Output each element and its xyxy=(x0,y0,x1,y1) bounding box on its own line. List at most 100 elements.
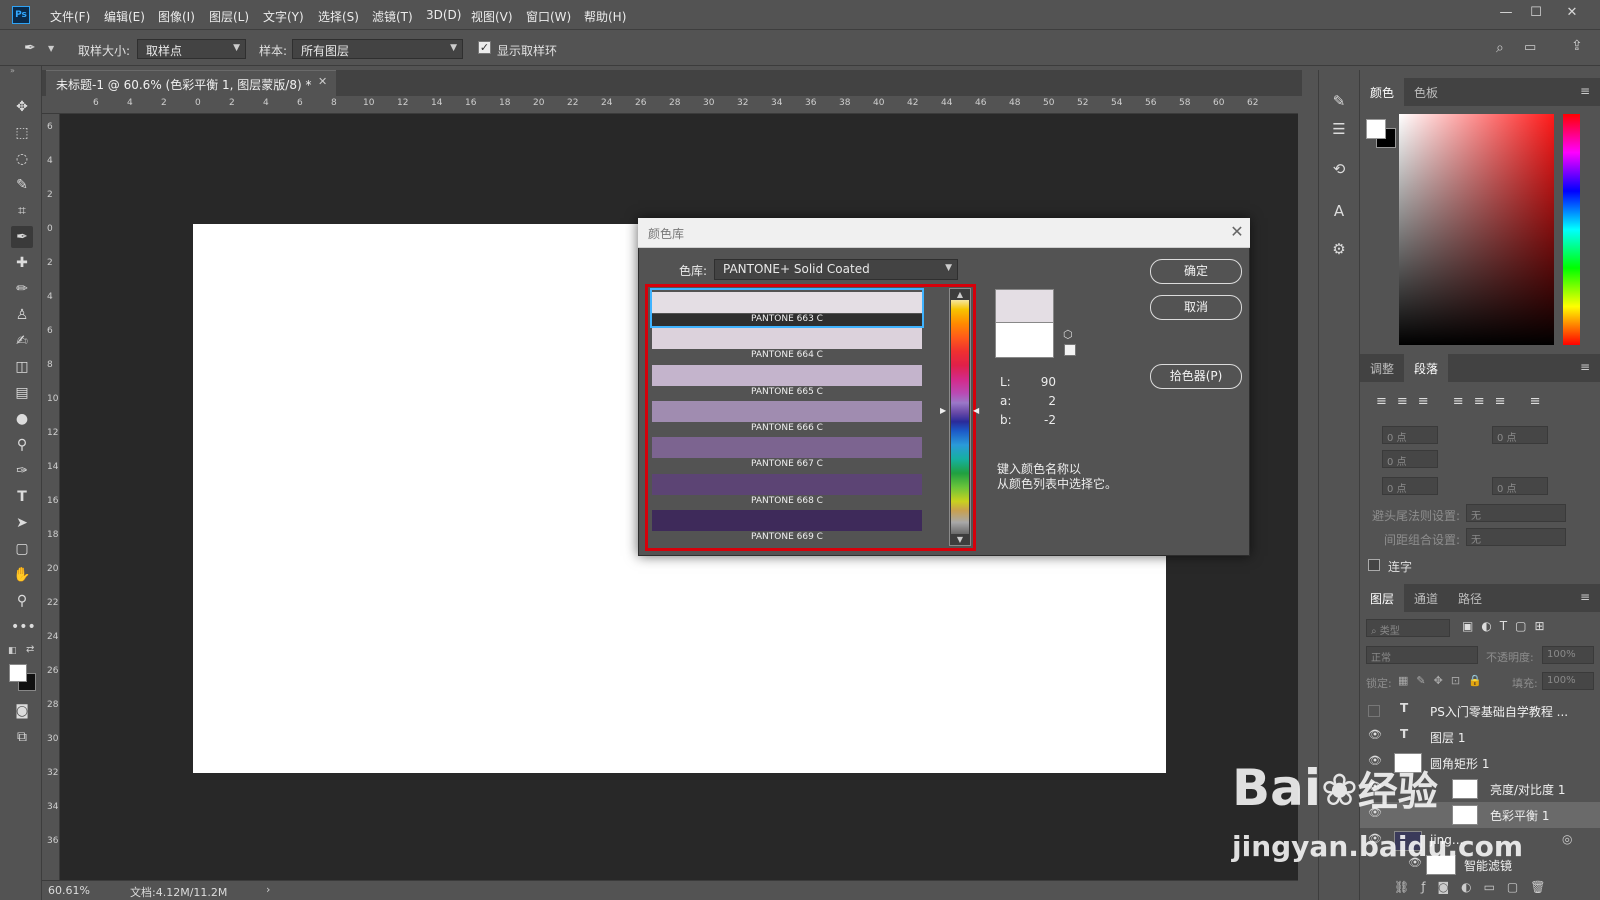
fill-field[interactable]: 100% xyxy=(1542,672,1594,690)
menu-3d[interactable]: 3D(D) xyxy=(426,8,461,22)
more-tools-icon[interactable]: ••• xyxy=(11,616,36,638)
quick-mask-icon[interactable]: ◙ xyxy=(11,700,33,722)
minimize-icon[interactable]: — xyxy=(1496,5,1516,21)
swatch-item[interactable]: PANTONE 669 C xyxy=(652,508,922,544)
menu-file[interactable]: 文件(F) xyxy=(50,8,90,25)
zoom-level[interactable]: 60.61% xyxy=(48,884,90,897)
marquee-tool-icon[interactable]: ⬚ xyxy=(11,122,33,144)
dodge-tool-icon[interactable]: ⚲ xyxy=(11,434,33,456)
search-icon[interactable]: ⌕ xyxy=(1496,40,1504,56)
screen-mode-icon[interactable]: ⧉ xyxy=(11,726,33,748)
space-after-field[interactable]: 0 点 xyxy=(1492,477,1548,495)
websafe-color-swatch[interactable] xyxy=(1064,344,1076,356)
tab-color[interactable]: 颜色 xyxy=(1360,78,1405,107)
hyphenate-checkbox[interactable] xyxy=(1368,559,1380,571)
scroll-up-icon[interactable]: ▲ xyxy=(952,290,968,300)
tab-layers[interactable]: 图层 xyxy=(1360,584,1405,613)
history-brush-tool-icon[interactable]: ✍ xyxy=(11,330,33,352)
spacing-set-select[interactable]: 无 xyxy=(1466,528,1566,546)
space-before-field[interactable]: 0 点 xyxy=(1382,477,1438,495)
brush-settings-icon[interactable]: ✎ xyxy=(1328,92,1350,114)
slider-marker-icon[interactable]: ▶ xyxy=(940,406,946,415)
crop-tool-icon[interactable]: ⌗ xyxy=(11,200,33,222)
show-ring-checkbox[interactable]: ✓ xyxy=(478,41,491,54)
spectrum-gradient[interactable] xyxy=(951,300,969,534)
opacity-field[interactable]: 100% xyxy=(1542,646,1594,664)
visibility-toggle[interactable] xyxy=(1368,705,1380,717)
swatch-item[interactable]: PANTONE 666 C xyxy=(652,399,922,435)
character-icon[interactable]: A xyxy=(1328,202,1350,224)
hue-slider[interactable] xyxy=(1563,114,1580,345)
share-icon[interactable]: ⇪ xyxy=(1571,38,1583,54)
path-select-tool-icon[interactable]: ➤ xyxy=(11,512,33,534)
gamut-cube-icon[interactable]: ⬡ xyxy=(1063,328,1073,341)
move-tool-icon[interactable]: ✥ xyxy=(11,96,33,118)
gradient-tool-icon[interactable]: ▤ xyxy=(11,382,33,404)
library-select[interactable]: PANTONE+ Solid Coated ▼ xyxy=(714,259,958,280)
layer-actions[interactable]: ⛓ƒ◙◐▭▢🗑 xyxy=(1394,880,1557,894)
eyedropper-icon[interactable]: ✒ xyxy=(24,40,36,56)
color-field[interactable] xyxy=(1399,114,1554,345)
shape-tool-icon[interactable]: ▢ xyxy=(11,538,33,560)
ok-button[interactable]: 确定 xyxy=(1150,259,1242,284)
zoom-tool-icon[interactable]: ⚲ xyxy=(11,590,33,612)
panel-menu-icon[interactable]: ≡ xyxy=(1580,590,1590,604)
healing-tool-icon[interactable]: ✚ xyxy=(11,252,33,274)
maximize-icon[interactable]: ☐ xyxy=(1526,5,1546,21)
workspace-icon[interactable]: ▭ xyxy=(1524,40,1536,55)
swatch-item[interactable]: PANTONE 665 C xyxy=(652,363,922,399)
eraser-tool-icon[interactable]: ◫ xyxy=(11,356,33,378)
menu-help[interactable]: 帮助(H) xyxy=(584,8,626,25)
hyphenation-rule-select[interactable]: 无 xyxy=(1466,504,1566,522)
menu-window[interactable]: 窗口(W) xyxy=(526,8,571,25)
layer-row[interactable]: T PS入门零基础自学教程 ... xyxy=(1360,698,1600,724)
close-icon[interactable]: ✕ xyxy=(1228,222,1246,241)
document-tab[interactable]: 未标题-1 @ 60.6% (色彩平衡 1, 图层蒙版/8) * xyxy=(46,70,336,96)
menu-filter[interactable]: 滤镜(T) xyxy=(372,8,413,25)
brush-tool-icon[interactable]: ✏ xyxy=(11,278,33,300)
stamp-tool-icon[interactable]: ♙ xyxy=(11,304,33,326)
swatch-item[interactable]: PANTONE 668 C xyxy=(652,472,922,508)
menu-edit[interactable]: 编辑(E) xyxy=(104,8,145,25)
layer-filter-icons[interactable]: ▣◐T▢⊞ xyxy=(1462,619,1553,633)
chevron-right-icon[interactable]: › xyxy=(266,883,270,896)
lock-icons[interactable]: ▦✎✥⊡🔒 xyxy=(1398,674,1490,687)
swap-colors-icon[interactable]: ⇄ xyxy=(26,644,34,655)
sample-select[interactable]: 所有图层 ▼ xyxy=(292,39,463,59)
layer-filter-select[interactable]: ⌕ 类型 xyxy=(1366,619,1450,637)
scroll-down-icon[interactable]: ▼ xyxy=(952,535,968,545)
swatch-list[interactable]: PANTONE 663 C PANTONE 664 C PANTONE 665 … xyxy=(650,288,925,547)
indent-right-field[interactable]: 0 点 xyxy=(1492,426,1548,444)
pen-tool-icon[interactable]: ✑ xyxy=(11,460,33,482)
close-window-icon[interactable]: ✕ xyxy=(1562,5,1582,21)
properties-icon[interactable]: ☰ xyxy=(1328,120,1350,142)
menu-view[interactable]: 视图(V) xyxy=(471,8,513,25)
first-line-indent-field[interactable]: 0 点 xyxy=(1382,450,1438,468)
blend-mode-select[interactable]: 正常 xyxy=(1366,646,1478,664)
menu-select[interactable]: 选择(S) xyxy=(318,8,359,25)
color-picker-button[interactable]: 拾色器(P) xyxy=(1150,364,1242,389)
tab-swatches[interactable]: 色板 xyxy=(1404,78,1448,107)
panel-menu-icon[interactable]: ≡ xyxy=(1580,84,1590,98)
type-tool-icon[interactable]: T xyxy=(11,486,33,508)
eyedropper-tool-icon[interactable]: ✒ xyxy=(11,226,33,248)
foreground-color-swatch[interactable] xyxy=(9,664,27,682)
close-tab-icon[interactable]: ✕ xyxy=(318,75,327,88)
eye-icon[interactable]: 👁 xyxy=(1368,728,1382,742)
swatch-item[interactable]: PANTONE 664 C xyxy=(652,326,922,362)
tab-paragraph[interactable]: 段落 xyxy=(1404,354,1449,383)
menu-image[interactable]: 图像(I) xyxy=(158,8,195,25)
tab-channels[interactable]: 通道 xyxy=(1404,584,1448,613)
slider-marker-icon[interactable]: ◀ xyxy=(973,406,979,415)
tab-paths[interactable]: 路径 xyxy=(1448,584,1492,613)
collapse-icon[interactable]: » xyxy=(10,66,15,75)
layer-row[interactable]: 👁 T 图层 1 xyxy=(1360,724,1600,750)
swatch-item-selected[interactable]: PANTONE 663 C xyxy=(650,288,924,328)
sample-size-select[interactable]: 取样点 ▼ xyxy=(137,39,246,59)
history-icon[interactable]: ⟲ xyxy=(1328,160,1350,182)
hand-tool-icon[interactable]: ✋ xyxy=(11,564,33,586)
quick-select-tool-icon[interactable]: ✎ xyxy=(11,174,33,196)
swatch-item[interactable]: PANTONE 667 C xyxy=(652,435,922,471)
blur-tool-icon[interactable]: ● xyxy=(11,408,33,430)
menu-layer[interactable]: 图层(L) xyxy=(209,8,249,25)
